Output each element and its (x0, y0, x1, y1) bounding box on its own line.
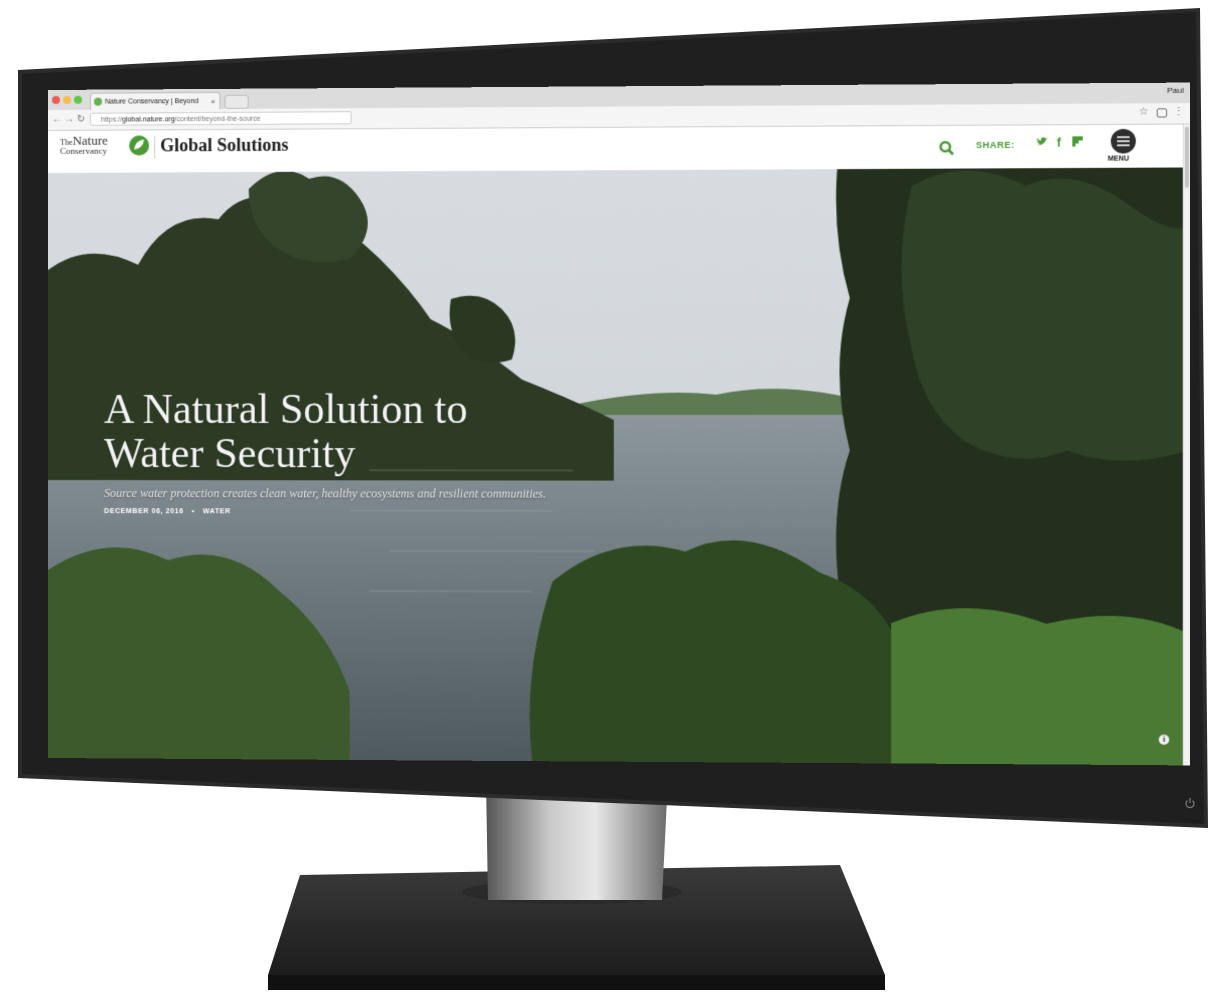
url-host: global.nature.org (122, 116, 175, 124)
profile-name[interactable]: Paul (1167, 86, 1184, 95)
menu-label[interactable]: MENU (1108, 155, 1129, 162)
url-scheme: https:// (101, 116, 123, 124)
flipboard-icon[interactable] (1071, 135, 1083, 150)
kebab-menu-icon[interactable]: ⋮ (1173, 106, 1183, 117)
new-tab-button[interactable] (224, 94, 249, 109)
site-header: TheNature Conservancy Global Solutions S… (48, 124, 1191, 173)
extension-icon[interactable] (1156, 108, 1168, 118)
hamburger-menu-icon[interactable] (1110, 128, 1136, 154)
favicon-icon (94, 97, 103, 106)
hero-headline: A Natural Solution to Water Security (104, 386, 630, 478)
header-divider (154, 136, 156, 159)
logo-conservancy: Conservancy (59, 145, 108, 156)
article-meta: DECEMBER 06, 2016 • WATER (104, 508, 231, 515)
page-scrollbar[interactable] (1182, 124, 1191, 766)
forward-arrow-icon[interactable]: → (64, 114, 74, 125)
hero-headline-line1: A Natural Solution to (104, 386, 468, 434)
screen: Nature Conservancy | Beyond × Paul ← → ↻… (48, 82, 1191, 766)
url-path: /content/beyond-the-source (174, 115, 261, 124)
browser-tab[interactable]: Nature Conservancy | Beyond × (90, 91, 221, 110)
nature-conservancy-logo[interactable]: TheNature Conservancy (59, 133, 108, 156)
hero-headline-line2: Water Security (104, 431, 356, 478)
reload-icon[interactable]: ↻ (76, 114, 86, 125)
address-bar[interactable]: https://global.nature.org/content/beyond… (90, 111, 352, 126)
hero-subheadline: Source water protection creates clean wa… (104, 486, 546, 501)
article-category-link[interactable]: WATER (203, 508, 231, 515)
site-title[interactable]: Global Solutions (160, 135, 288, 157)
tab-close-icon[interactable]: × (211, 93, 216, 110)
scrollbar-thumb[interactable] (1184, 126, 1190, 188)
hero-image: A Natural Solution to Water Security Sou… (48, 143, 1191, 766)
close-window-button[interactable] (51, 95, 60, 104)
share-label: SHARE: (975, 139, 1015, 151)
power-icon[interactable] (1184, 797, 1196, 809)
leaf-logo-icon (128, 135, 149, 156)
facebook-icon[interactable]: f (1057, 135, 1061, 149)
star-icon[interactable]: ☆ (1139, 106, 1148, 117)
search-icon[interactable] (939, 140, 956, 156)
tab-title: Nature Conservancy | Beyond (105, 98, 199, 106)
meta-separator: • (191, 508, 195, 516)
info-icon[interactable]: i (1158, 734, 1170, 745)
zoom-window-button[interactable] (73, 95, 83, 104)
article-date: DECEMBER 06, 2016 (104, 508, 184, 516)
twitter-icon[interactable] (1036, 136, 1048, 151)
minimize-window-button[interactable] (62, 95, 71, 104)
back-arrow-icon[interactable]: ← (52, 114, 62, 125)
